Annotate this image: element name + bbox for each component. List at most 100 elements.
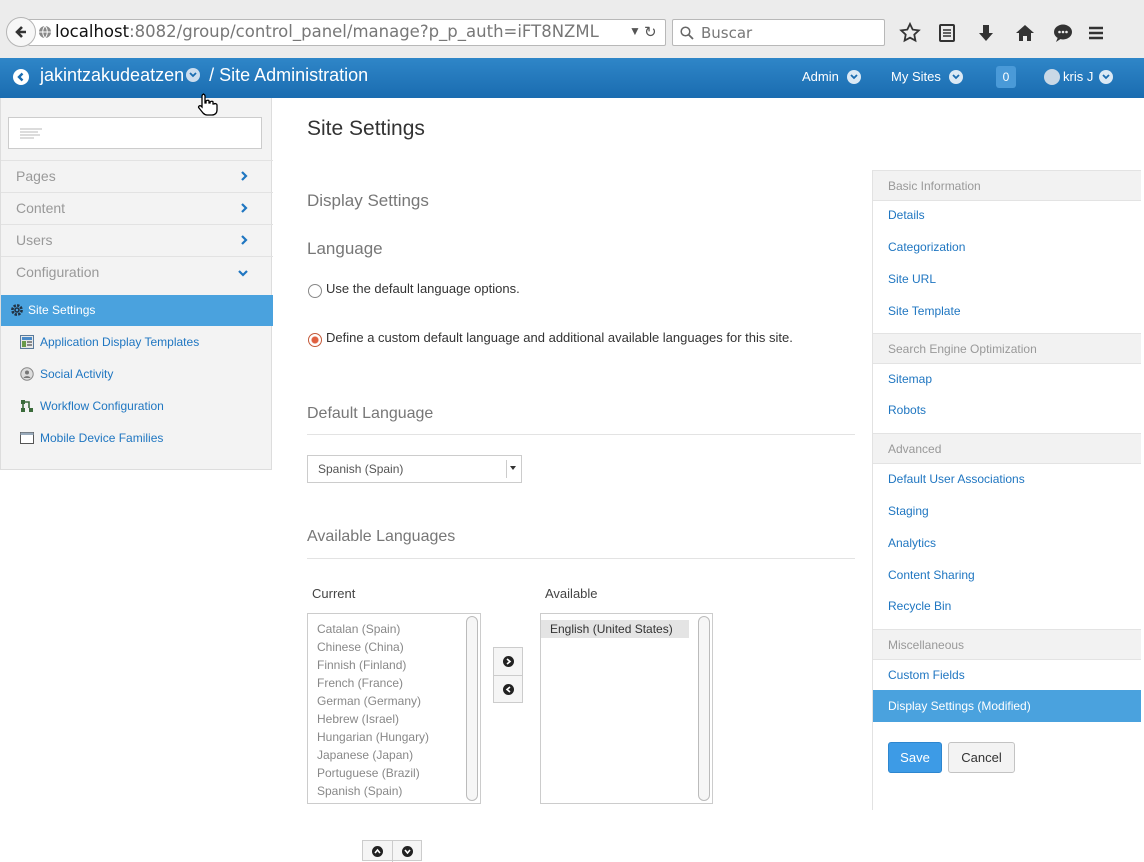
section-label: Configuration xyxy=(16,264,100,280)
sidebar-item-social-activity[interactable]: Social Activity xyxy=(1,359,273,390)
avatar xyxy=(1044,68,1060,85)
move-left-button[interactable] xyxy=(494,675,522,702)
nav-link-content-sharing[interactable]: Content Sharing xyxy=(888,568,975,582)
nav-link-site-template[interactable]: Site Template xyxy=(888,304,961,318)
sidebar-section-configuration[interactable]: Configuration xyxy=(1,256,273,288)
list-item[interactable]: German (Germany) xyxy=(308,692,480,710)
search-icon xyxy=(680,26,694,40)
sidebar-item-mobile-device-families[interactable]: Mobile Device Families xyxy=(1,423,273,454)
hand-cursor-icon xyxy=(197,93,218,116)
site-name-link[interactable]: jakintzakudeatzen xyxy=(40,65,184,85)
list-item[interactable]: Spanish (Spain) xyxy=(308,782,480,800)
move-up-button[interactable] xyxy=(363,841,392,862)
nav-link-site-url[interactable]: Site URL xyxy=(888,272,936,286)
list-item[interactable]: Portuguese (Brazil) xyxy=(308,764,480,782)
bookmark-star-icon[interactable] xyxy=(897,20,923,46)
available-languages-heading: Available Languages xyxy=(307,528,456,545)
site-admin-sidebar: Pages Content Users Configuration Site S… xyxy=(0,98,273,470)
sidebar-search-input[interactable] xyxy=(8,117,262,149)
my-sites-menu[interactable]: My Sites xyxy=(891,69,963,85)
back-button[interactable] xyxy=(6,17,36,47)
bookmarks-list-icon[interactable] xyxy=(934,20,960,46)
section-miscellaneous: Miscellaneous xyxy=(873,629,1141,660)
browser-search-box[interactable]: Buscar xyxy=(672,19,885,46)
chat-icon[interactable] xyxy=(1050,20,1076,46)
nav-link-default-user-associations[interactable]: Default User Associations xyxy=(888,472,1025,486)
default-language-select[interactable]: Spanish (Spain) xyxy=(307,455,522,483)
custom-language-radio-label: Define a custom default language and add… xyxy=(326,330,793,345)
list-item[interactable]: French (France) xyxy=(308,674,480,692)
menu-icon[interactable] xyxy=(1086,20,1106,46)
nav-link-staging[interactable]: Staging xyxy=(888,504,929,518)
download-icon[interactable] xyxy=(973,20,999,46)
custom-language-radio[interactable] xyxy=(308,333,322,347)
cancel-button[interactable]: Cancel xyxy=(948,742,1015,773)
url-bar[interactable]: localhost:8082/group/control_panel/manag… xyxy=(28,19,666,46)
chevron-down-icon xyxy=(1099,69,1114,84)
reload-icon[interactable]: ↻ xyxy=(644,23,657,41)
admin-label: Admin xyxy=(802,69,839,84)
save-button[interactable]: Save xyxy=(888,742,942,773)
template-icon xyxy=(20,335,34,349)
scrollbar[interactable] xyxy=(698,616,710,801)
sidebar-item-site-settings[interactable]: Site Settings xyxy=(1,295,273,326)
sidebar-section-content[interactable]: Content xyxy=(1,192,273,224)
available-languages-list[interactable]: English (United States) xyxy=(540,613,713,804)
default-language-radio[interactable] xyxy=(308,284,322,298)
select-separator xyxy=(506,460,507,478)
site-caret-icon[interactable] xyxy=(186,68,201,83)
arrow-left-icon xyxy=(503,684,514,695)
list-item[interactable]: Chinese (China) xyxy=(308,638,480,656)
current-languages-list[interactable]: Catalan (Spain) Chinese (China) Finnish … xyxy=(307,613,481,804)
list-item[interactable]: Catalan (Spain) xyxy=(308,620,480,638)
home-icon[interactable] xyxy=(1012,20,1038,46)
dockbar-title: jakintzakudeatzen / Site Administration xyxy=(40,65,368,86)
list-item[interactable]: Hebrew (Israel) xyxy=(308,710,480,728)
move-buttons xyxy=(493,647,523,703)
sidebar-item-label: Workflow Configuration xyxy=(40,399,164,413)
nav-link-robots[interactable]: Robots xyxy=(888,403,926,417)
display-settings-heading: Display Settings xyxy=(307,191,429,210)
move-right-button[interactable] xyxy=(494,648,522,675)
nav-link-display-settings[interactable]: Display Settings (Modified) xyxy=(873,690,1141,722)
scrollbar[interactable] xyxy=(466,616,478,801)
gear-icon xyxy=(11,304,23,316)
text-lines-icon xyxy=(20,128,42,139)
nav-link-custom-fields[interactable]: Custom Fields xyxy=(888,668,965,682)
user-name-label: kris J xyxy=(1063,69,1094,84)
nav-link-sitemap[interactable]: Sitemap xyxy=(888,372,932,386)
list-item[interactable]: Japanese (Japan) xyxy=(308,746,480,764)
sidebar-section-pages[interactable]: Pages xyxy=(1,160,273,192)
default-language-value: Spanish (Spain) xyxy=(318,462,404,476)
list-item[interactable]: English (United States) xyxy=(541,620,689,638)
sidebar-item-label: Site Settings xyxy=(28,303,96,317)
chevron-down-icon xyxy=(846,69,861,84)
move-down-button[interactable] xyxy=(392,841,421,862)
admin-menu[interactable]: Admin xyxy=(802,69,861,85)
section-search-engine-optimization: Search Engine Optimization xyxy=(873,333,1141,364)
nav-link-analytics[interactable]: Analytics xyxy=(888,536,936,550)
list-item[interactable]: Finnish (Finland) xyxy=(308,656,480,674)
nav-link-recycle-bin[interactable]: Recycle Bin xyxy=(888,599,951,613)
list-item[interactable]: Hungarian (Hungary) xyxy=(308,728,480,746)
section-label: Content xyxy=(16,200,66,216)
dockbar-back-button[interactable] xyxy=(13,69,29,85)
default-language-radio-label: Use the default language options. xyxy=(326,281,520,296)
notification-count-badge[interactable]: 0 xyxy=(996,66,1016,88)
chevron-down-icon xyxy=(238,270,248,277)
workflow-icon xyxy=(21,400,33,412)
nav-link-categorization[interactable]: Categorization xyxy=(888,240,965,254)
sidebar-section-users[interactable]: Users xyxy=(1,224,273,256)
url-dropdown-icon[interactable]: ▼ xyxy=(629,24,641,38)
globe-icon xyxy=(39,25,51,39)
url-text: localhost:8082/group/control_panel/manag… xyxy=(55,22,599,41)
nav-link-details[interactable]: Details xyxy=(888,208,925,222)
sidebar-item-application-display-templates[interactable]: Application Display Templates xyxy=(1,327,273,358)
sidebar-item-label: Social Activity xyxy=(40,367,114,381)
chevron-right-icon xyxy=(241,203,248,213)
breadcrumb-separator: / xyxy=(204,65,220,85)
user-menu[interactable]: kris J xyxy=(1044,68,1114,86)
sidebar-item-workflow-configuration[interactable]: Workflow Configuration xyxy=(1,391,273,422)
section-basic-information: Basic Information xyxy=(873,170,1141,201)
chevron-right-icon xyxy=(241,171,248,181)
